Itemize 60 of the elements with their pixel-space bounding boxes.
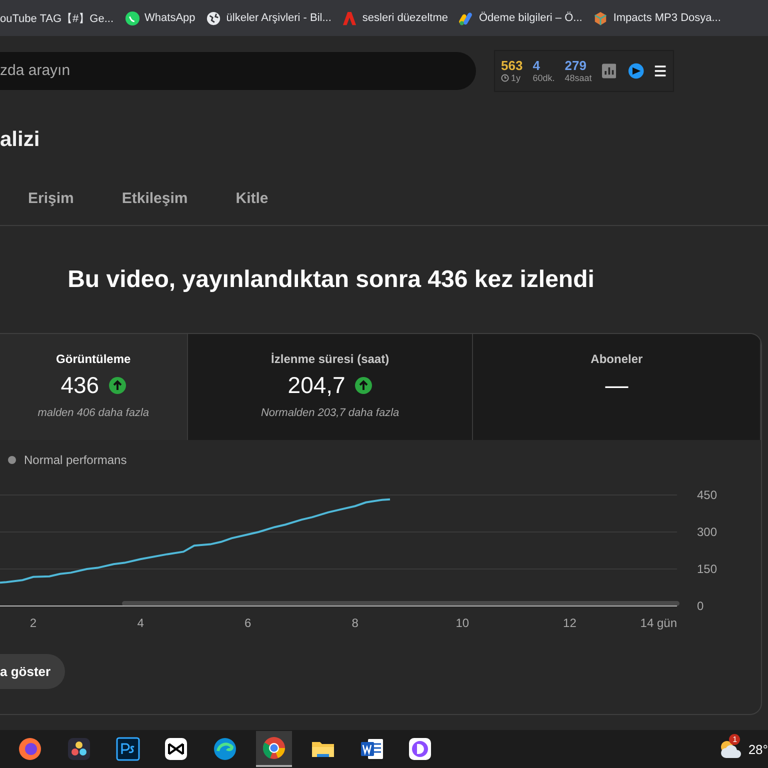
bookmark-link[interactable]: Impacts MP3 Dosya... [593,10,721,26]
stat-caption: 48saat [564,72,592,82]
legend-label: Normal performans [24,453,127,467]
tab[interactable]: Erişim [28,176,74,224]
axis-label: 10 [456,616,470,630]
page-title: alizi [0,128,40,152]
bookmark-link[interactable]: sesleri düezeltme [342,10,448,26]
axis-label: 300 [697,525,718,539]
browser-icon [262,736,286,760]
metric-value: 204,7 [288,372,346,399]
axis-label: 14 gün [640,616,677,630]
axis-label: 450 [697,488,718,502]
bookmark-link[interactable]: WhatsApp [124,10,196,26]
stat-value: 4 [532,58,540,72]
app-icon [116,737,140,761]
headline: Bu video, yayınlandıktan sonra 436 kez izlendi [68,266,594,294]
axis-label: 8 [352,616,358,630]
browser-icon [213,737,238,761]
logo-icon [342,10,358,26]
notification-badge: 1 [729,734,740,745]
logo-icon [459,10,474,26]
play-icon[interactable] [628,62,644,80]
bar-chart-icon[interactable] [602,62,616,78]
stat-value: 279 [564,58,586,72]
metric-label: Aboneler [590,352,643,366]
temperature: 28° [748,742,768,756]
axis-label: 4 [137,616,144,630]
taskbar-button[interactable] [256,731,292,767]
bookmark-link[interactable]: ülkeler Arşivleri - Bil... [206,10,332,26]
metric-tab[interactable]: Aboneler — [473,334,761,440]
metric-note: malden 406 daha fazla [38,407,150,419]
stat-caption: 60dk. [532,72,555,82]
tab[interactable]: Etkileşim [122,176,188,224]
browser-icon [18,737,42,761]
show-more-button[interactable]: a göster [0,654,65,689]
stat-caption: 1y [511,72,521,82]
cube-icon [593,10,608,26]
document-icon [360,737,384,761]
chat-icon [124,10,140,26]
tab[interactable]: Kitle [236,176,268,224]
app-icon [164,737,188,761]
metric-tab[interactable]: İzlenme süresi (saat) 204,7 Normalden 203,7 daha fazla [188,334,474,440]
axis-label: 150 [697,562,718,576]
app-icon [408,737,432,761]
axis-label: 2 [30,616,37,630]
menu-icon[interactable] [654,64,667,76]
search-field[interactable]: zda arayın [0,52,476,90]
metric-label: Görüntüleme [56,352,131,366]
metric-value: — [605,372,628,399]
metric-label: İzlenme süresi (saat) [271,352,390,366]
axis-label: 12 [563,616,576,630]
metric-note: Normalden 203,7 daha fazla [260,407,400,419]
axis-label: 0 [697,599,704,613]
axis-label: 6 [244,616,252,630]
app-icon [66,737,91,761]
stat-value: 563 [501,58,523,72]
bookmark-link[interactable]: Ödeme bilgileri – Ö... [459,10,582,26]
metric-value: 436 [60,372,100,399]
bookmark-link[interactable]: ouTube TAG【#】Ge... [0,10,114,26]
globe-icon [206,10,222,26]
